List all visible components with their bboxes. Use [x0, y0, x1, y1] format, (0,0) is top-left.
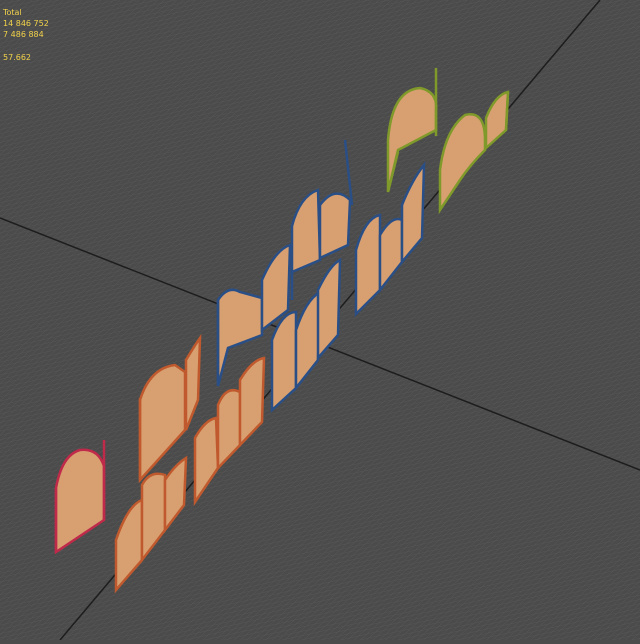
3d-viewport[interactable]: Total 14 846 752 7 486 884 57.662	[0, 0, 640, 641]
viewport-canvas[interactable]	[0, 0, 640, 641]
